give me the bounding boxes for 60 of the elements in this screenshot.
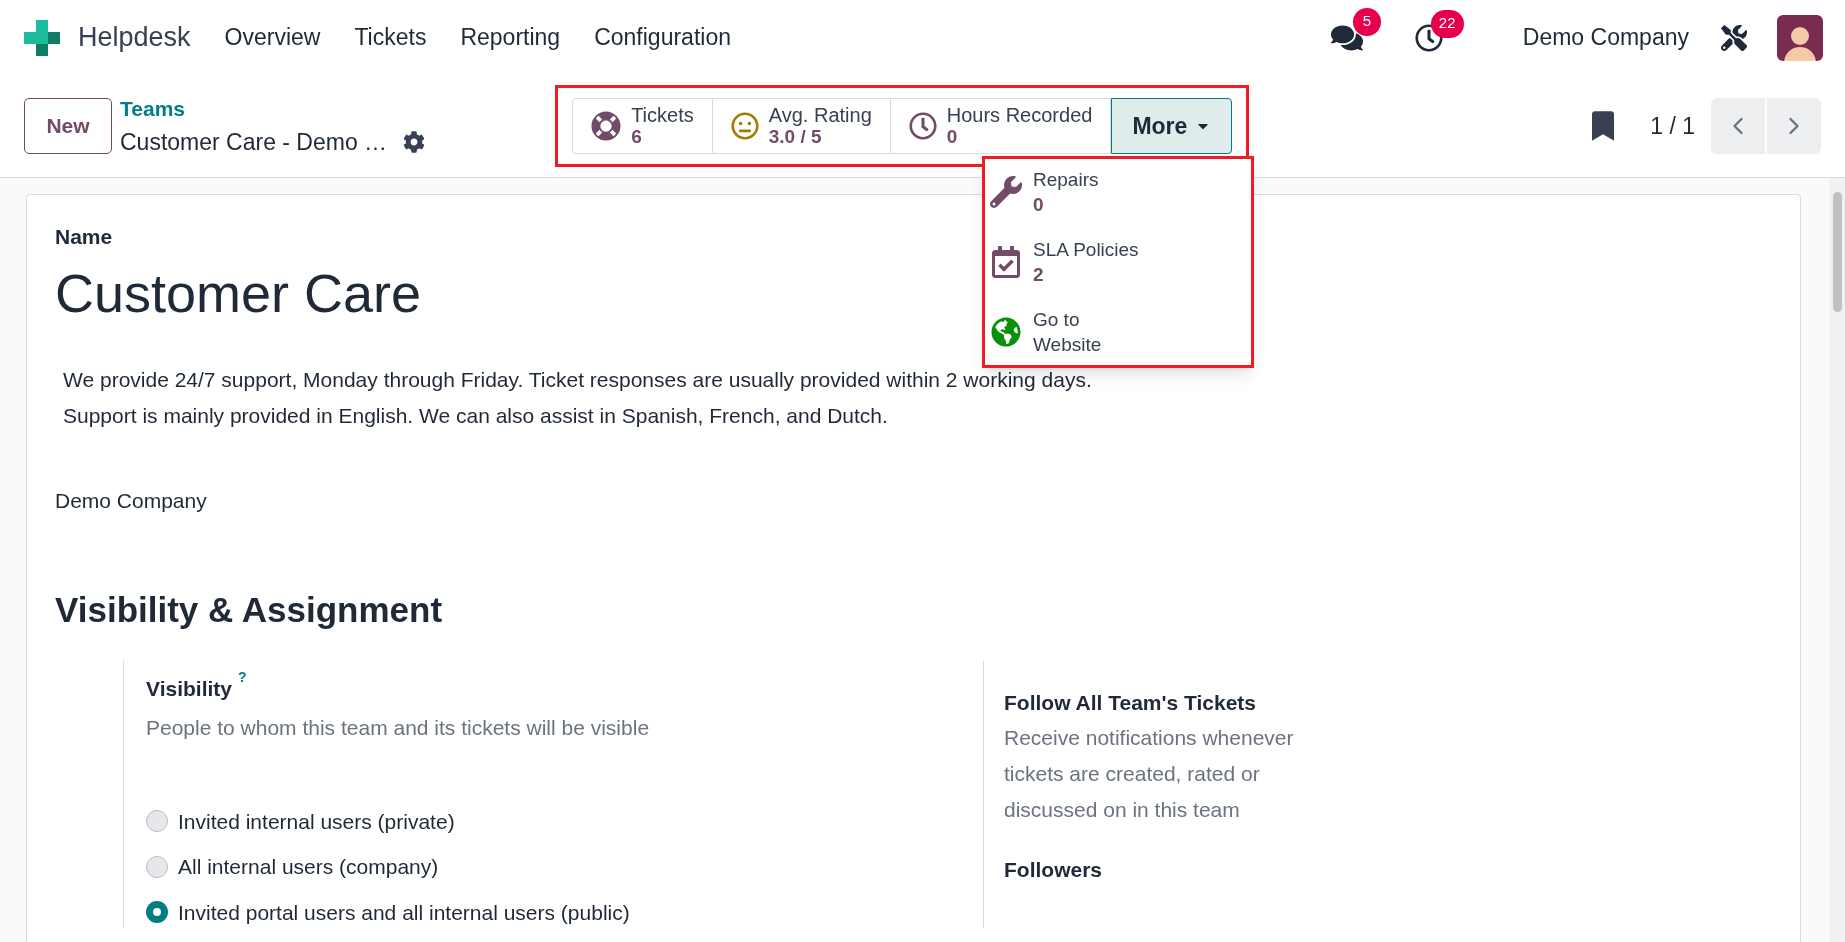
pager-value[interactable]: 1 / 1 — [1650, 108, 1695, 144]
stat-label: Tickets — [631, 104, 694, 126]
field-label: Follow All Team's Tickets — [1004, 689, 1257, 716]
field-description: People to whom this team and its tickets will be visible — [146, 715, 651, 741]
menu-item[interactable]: Reporting — [460, 20, 561, 55]
settings-icon[interactable] — [403, 130, 426, 153]
menu-item-label: Go to Website — [1033, 308, 1103, 357]
field-label: Followers — [1004, 857, 1104, 883]
description-text: Support is mainly provided in English. We can also assist in Spanish, French, and Dutch. — [63, 402, 889, 429]
menu-item[interactable]: Configuration — [594, 20, 731, 55]
radio-label[interactable]: All internal users (company) — [178, 851, 439, 883]
menu-item[interactable]: Tickets — [354, 20, 427, 55]
record-name: Customer Care — [55, 261, 422, 325]
bookmark-icon[interactable] — [1592, 111, 1615, 141]
stat-button[interactable]: Avg. Rating 3.0 / 5 — [712, 98, 891, 154]
dropdown-item[interactable]: Repairs 0 — [985, 165, 1251, 219]
radio-label[interactable]: Invited internal users (private) — [178, 805, 455, 837]
dropdown-item[interactable]: Go to Website — [985, 305, 1251, 359]
lifebuoy-icon — [591, 111, 622, 141]
calendar-check-icon — [990, 246, 1022, 278]
menu-item-label: SLA Policies — [1033, 238, 1140, 262]
app-name[interactable]: Helpdesk — [78, 17, 191, 58]
help-icon[interactable]: ? — [238, 666, 247, 688]
radio-button[interactable] — [146, 901, 168, 924]
user-avatar[interactable] — [1777, 14, 1823, 61]
stat-label: Hours Recorded — [946, 104, 1093, 126]
breadcrumb-link[interactable]: Teams — [120, 93, 426, 125]
menu-item-value: 0 — [1033, 193, 1045, 217]
wrench-icon — [990, 176, 1022, 208]
stat-button[interactable]: Tickets 6 — [572, 98, 713, 154]
stat-value: 3.0 / 5 — [768, 126, 822, 148]
stat-value: 6 — [631, 126, 642, 148]
field-description: Receive notifications whenever tickets are created, rated or discussed on in this team — [1004, 725, 1295, 823]
notification-badge: 5 — [1352, 7, 1381, 36]
menu-item[interactable]: Overview — [224, 20, 321, 55]
scrollbar[interactable] — [1830, 178, 1845, 942]
company-name[interactable]: Demo Company — [1522, 20, 1689, 55]
globe-icon — [991, 317, 1021, 347]
menu-item-label: Repairs — [1033, 168, 1100, 192]
description-text: We provide 24/7 support, Monday through Friday. Ticket responses are usually provided within 2 working days. — [63, 366, 1093, 393]
company-field: Demo Company — [55, 484, 207, 516]
tools-icon[interactable] — [1721, 24, 1747, 51]
section-title: Visibility & Assignment — [55, 589, 443, 631]
dropdown-item[interactable]: SLA Policies 2 — [985, 235, 1251, 289]
app-logo[interactable] — [22, 17, 62, 58]
field-label: Name — [55, 224, 113, 250]
radio-button[interactable] — [146, 810, 168, 833]
clock-icon — [908, 112, 937, 140]
stat-value: 0 — [946, 126, 958, 148]
radio-label[interactable]: Invited portal users and all internal users (public) — [178, 896, 630, 928]
record-title: Customer Care - Demo … — [120, 127, 388, 157]
field-label: Visibility — [146, 675, 232, 702]
menu-item-value: 2 — [1033, 263, 1045, 287]
stat-button[interactable]: Hours Recorded 0 — [890, 98, 1112, 154]
new-button[interactable]: New — [24, 98, 112, 154]
more-dropdown-button[interactable]: More — [1111, 98, 1233, 154]
notification-badge: 22 — [1430, 9, 1464, 38]
radio-button[interactable] — [146, 855, 168, 878]
neutral-face-icon — [730, 112, 759, 140]
stat-label: Avg. Rating — [768, 104, 872, 126]
